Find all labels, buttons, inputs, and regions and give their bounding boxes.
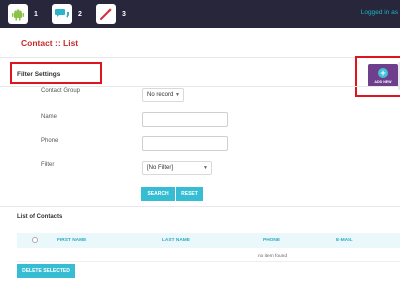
empty-table-message: no item found <box>257 254 288 259</box>
column-email[interactable]: E-MAIL <box>336 238 353 243</box>
top-navbar: 1 2 3 Logged in as <box>0 0 400 28</box>
column-first-name[interactable]: FIRST NAME <box>57 238 86 243</box>
phone-input[interactable] <box>142 136 228 151</box>
reset-button[interactable]: RESET <box>176 187 203 201</box>
notification-tasks[interactable]: 3 <box>96 4 126 24</box>
list-title: List of Contacts <box>17 214 63 220</box>
chevron-down-icon: ▼ <box>203 165 208 171</box>
name-label: Name <box>41 114 58 120</box>
page-title: Contact :: List <box>21 38 79 48</box>
notification-count: 1 <box>34 10 38 18</box>
notification-count: 2 <box>78 10 82 18</box>
contact-group-label: Contact Group <box>41 88 81 94</box>
select-all-checkbox[interactable] <box>32 237 38 243</box>
highlight-box-filter <box>10 62 102 84</box>
filter-value: [No Filter] <box>147 165 174 171</box>
notification-android[interactable]: 1 <box>8 4 38 24</box>
notification-chat[interactable]: 2 <box>52 4 82 24</box>
phone-label: Phone <box>41 138 59 144</box>
android-icon <box>8 4 28 24</box>
search-button[interactable]: SEARCH <box>141 187 175 201</box>
chat-bubbles-icon <box>52 4 72 24</box>
column-phone[interactable]: PHONE <box>263 238 280 243</box>
divider <box>0 57 400 58</box>
name-input[interactable] <box>142 112 228 127</box>
contact-group-value: No record <box>147 92 174 98</box>
delete-selected-button[interactable]: DELETE SELECTED <box>17 264 75 278</box>
filter-select[interactable]: [No Filter] ▼ <box>142 161 212 175</box>
magic-wand-icon <box>96 4 116 24</box>
chevron-down-icon: ▼ <box>175 92 180 98</box>
notification-count: 3 <box>122 10 126 18</box>
divider <box>0 86 400 87</box>
divider <box>0 206 400 207</box>
logged-in-text: Logged in as <box>360 9 398 16</box>
filter-label: Filter <box>41 162 55 168</box>
contact-group-select[interactable]: No record ▼ <box>142 88 184 102</box>
divider <box>17 261 400 262</box>
column-last-name[interactable]: LAST NAME <box>162 238 190 243</box>
highlight-box-add <box>355 56 400 97</box>
